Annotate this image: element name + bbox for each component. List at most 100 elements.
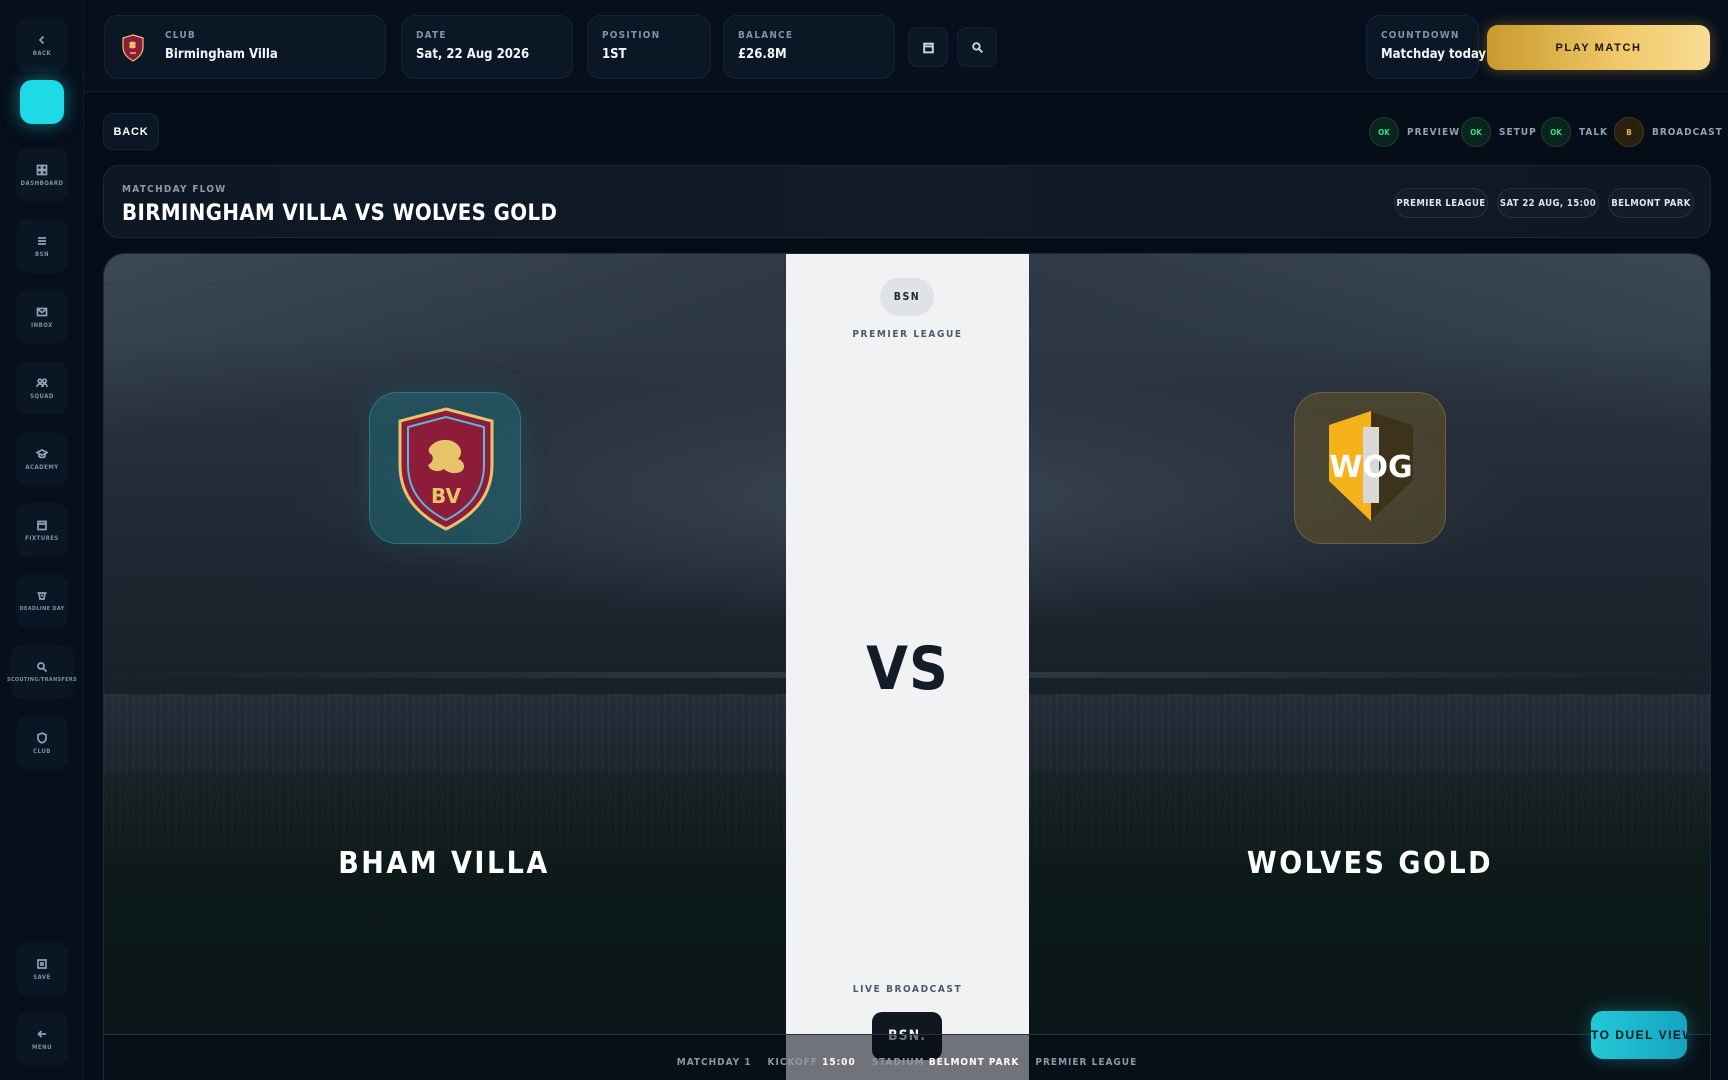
sidebar-label: Fixtures: [25, 534, 59, 542]
step-broadcast[interactable]: B Broadcast: [1614, 117, 1723, 147]
club-crest-icon: [122, 34, 144, 62]
sidebar-item-dashboard[interactable]: Dashboard: [16, 148, 68, 202]
sidebar-save[interactable]: Save: [16, 942, 68, 996]
home-club-crest: BV: [398, 407, 494, 531]
step-talk[interactable]: OK Talk: [1541, 117, 1608, 147]
crest-initials: BV: [431, 484, 461, 508]
save-icon: [37, 958, 47, 969]
shield-icon: [37, 731, 47, 744]
countdown-label: Countdown: [1381, 30, 1460, 41]
kickoff-info: Kickoff 15:00: [768, 1057, 856, 1068]
back-button[interactable]: Back: [103, 113, 159, 150]
venue-chip: Belmont Park: [1608, 188, 1694, 218]
step-setup[interactable]: OK Setup: [1461, 117, 1537, 147]
list-icon: [38, 236, 46, 245]
matchday-text: Matchday 1: [676, 1056, 752, 1068]
league-chip: Premier League: [1394, 188, 1488, 218]
step-label: Preview: [1407, 126, 1461, 138]
sidebar-menu[interactable]: Menu: [16, 1012, 68, 1066]
club-label: Club: [165, 30, 196, 41]
crest-text: WOG: [1329, 450, 1412, 485]
position-label: Position: [602, 30, 661, 41]
sidebar-item-inbox[interactable]: Inbox: [16, 290, 68, 344]
users-icon: [36, 377, 48, 387]
broadcaster-badge: BSN: [880, 278, 934, 316]
sidebar-label: Scouting/Transfers: [7, 677, 77, 683]
kickoff-label: Kickoff: [767, 1056, 818, 1068]
sidebar-label: Save: [33, 973, 51, 981]
play-match-button[interactable]: Play Match: [1487, 25, 1710, 70]
sidebar-back[interactable]: Back: [16, 18, 68, 72]
step-status-badge: OK: [1541, 117, 1571, 147]
club-pill[interactable]: Club Birmingham Villa: [104, 15, 386, 79]
stadium-label: Stadium: [871, 1056, 925, 1068]
date-value: Sat, 22 Aug 2026: [416, 47, 530, 62]
calendar-button[interactable]: [908, 27, 948, 67]
matchday-flow-header: Matchday Flow Birmingham Villa VS Wolves…: [103, 165, 1711, 238]
league-name: Premier League: [852, 329, 963, 340]
sidebar-item-fixtures[interactable]: Fixtures: [16, 503, 68, 557]
search-button[interactable]: [957, 27, 997, 67]
position-value: 1ST: [602, 47, 627, 62]
sidebar: Back Dashboard BSN Inbox Squad Academy F…: [0, 0, 84, 1080]
sidebar-active-indicator[interactable]: [20, 80, 64, 124]
sidebar-label: Squad: [30, 392, 54, 400]
date-label: Date: [416, 30, 447, 41]
broadcast-center-panel: BSN Premier League VS Live Broadcast BSN…: [786, 254, 1029, 1080]
sidebar-label: Academy: [25, 463, 59, 471]
home-team-name: BHAM VILLA: [338, 846, 550, 881]
search-icon: [971, 41, 983, 53]
step-label: Talk: [1579, 126, 1609, 138]
step-status-badge: B: [1614, 117, 1644, 147]
sidebar-item-academy[interactable]: Academy: [16, 432, 68, 486]
calendar-icon: [922, 42, 934, 53]
position-pill[interactable]: Position 1ST: [587, 15, 711, 79]
club-value: Birmingham Villa: [165, 47, 278, 62]
arrow-left-icon: [37, 1029, 46, 1038]
step-preview[interactable]: OK Preview: [1369, 117, 1460, 147]
stadium-info: Stadium Belmont Park: [872, 1057, 1020, 1068]
kickoff-time: 15:00: [822, 1056, 856, 1068]
sidebar-item-scouting[interactable]: Scouting/Transfers: [7, 645, 77, 699]
countdown-value: Matchday today: [1381, 47, 1487, 62]
away-crest-tile: WOG: [1294, 392, 1446, 544]
kickoff-chip: Sat 22 Aug, 15:00: [1497, 188, 1599, 218]
balance-pill[interactable]: Balance £26.8M: [723, 15, 895, 79]
step-status-badge: OK: [1461, 117, 1491, 147]
mail-icon: [36, 307, 48, 316]
fixture-title: Birmingham Villa VS Wolves Gold: [122, 201, 558, 226]
footer-league: Premier League: [1035, 1056, 1138, 1068]
match-info-footer: Matchday 1 Kickoff 15:00 Stadium Belmont…: [104, 1034, 1710, 1080]
app-root: Back Dashboard BSN Inbox Squad Academy F…: [0, 0, 1728, 1080]
home-crest-tile: BV: [369, 392, 521, 544]
step-label: Setup: [1499, 126, 1537, 138]
stadium-name: Belmont Park: [928, 1056, 1020, 1068]
sidebar-item-squad[interactable]: Squad: [16, 361, 68, 415]
sidebar-item-bsn[interactable]: BSN: [16, 219, 68, 273]
broadcast-stage: BV WOG BHAM VILLA WOLVES GOLD BSN Premie…: [103, 253, 1711, 1080]
live-broadcast-label: Live Broadcast: [852, 984, 963, 995]
calendar-icon: [37, 520, 47, 530]
sidebar-label: Club: [33, 747, 51, 755]
date-pill[interactable]: Date Sat, 22 Aug 2026: [401, 15, 573, 79]
graduation-cap-icon: [36, 448, 48, 458]
sidebar-label: Back: [32, 49, 52, 57]
sidebar-label: Dashboard: [20, 179, 64, 187]
step-status-badge: OK: [1369, 117, 1399, 147]
sidebar-item-club[interactable]: Club: [16, 716, 68, 770]
balance-label: Balance: [738, 30, 794, 41]
sidebar-label: Menu: [32, 1043, 52, 1051]
sidebar-label: Deadline Day: [19, 606, 65, 612]
sidebar-label: Inbox: [31, 321, 53, 329]
step-label: Broadcast: [1652, 126, 1723, 138]
sidebar-item-deadline-day[interactable]: Deadline Day: [16, 574, 68, 628]
flow-caption: Matchday Flow: [122, 184, 227, 195]
chevron-left-icon: [38, 35, 45, 44]
search-icon: [37, 662, 48, 673]
duel-view-button[interactable]: To Duel View: [1591, 1011, 1687, 1059]
away-club-crest: WOG: [1329, 411, 1413, 521]
grid-icon: [36, 164, 48, 175]
versus-text: VS: [866, 634, 949, 704]
away-team-name: WOLVES GOLD: [1246, 846, 1494, 881]
deadline-icon: [37, 592, 47, 600]
